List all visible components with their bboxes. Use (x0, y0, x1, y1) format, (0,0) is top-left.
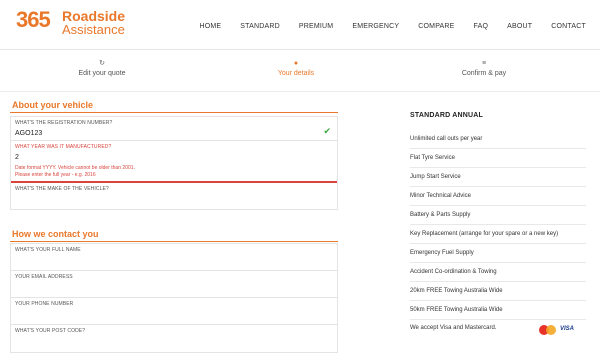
year-input[interactable]: 2 (11, 150, 337, 161)
nav-compare[interactable]: COMPARE (418, 23, 454, 30)
plan-feature: Key Replacement (arrange for your spare … (410, 225, 586, 244)
vehicle-section-rule (10, 112, 338, 113)
contact-section-rule (10, 241, 338, 242)
plan-feature: Minor Technical Advice (410, 187, 586, 206)
step-label: Your details (277, 70, 315, 77)
step-edit-quote[interactable]: ↻ Edit your quote (22, 60, 182, 77)
list-icon: ≡ (481, 60, 487, 67)
payment-text: We accept Visa and Mastercard. (410, 325, 497, 331)
visa-icon: VISA (560, 326, 575, 332)
plan-feature: Jump Start Service (410, 168, 586, 187)
plan-feature: Accident Co-ordination & Towing (410, 263, 586, 282)
plan-title: STANDARD ANNUAL (410, 112, 483, 119)
step-label: Confirm & pay (461, 70, 507, 77)
make-label: WHAT'S THE MAKE OF THE VEHICLE? (15, 186, 109, 192)
vehicle-form: WHAT'S THE REGISTRATION NUMBER? AGO123 ✔… (10, 116, 338, 210)
nav-faq[interactable]: FAQ (474, 23, 489, 30)
registration-input[interactable]: AGO123 (11, 126, 337, 137)
progress-steps: ↻ Edit your quote ● Your details ≡ Confi… (0, 60, 600, 90)
full-name-label: WHAT'S YOUR FULL NAME (15, 247, 81, 253)
year-error-message: Date format YYYY. Vehicle cannot be olde… (15, 165, 135, 171)
nav-home[interactable]: HOME (199, 23, 221, 30)
check-icon: ✔ (323, 126, 331, 136)
logo-line-2: Assistance (62, 22, 125, 37)
registration-field[interactable]: WHAT'S THE REGISTRATION NUMBER? AGO123 ✔ (11, 117, 337, 141)
make-field[interactable]: WHAT'S THE MAKE OF THE VEHICLE? (11, 183, 337, 209)
step-your-details[interactable]: ● Your details (216, 60, 376, 77)
nav-emergency[interactable]: EMERGENCY (352, 23, 399, 30)
nav-premium[interactable]: PREMIUM (299, 23, 333, 30)
contact-form: WHAT'S YOUR FULL NAME YOUR EMAIL ADDRESS… (10, 243, 338, 353)
refresh-icon: ↻ (99, 60, 105, 67)
full-name-field[interactable]: WHAT'S YOUR FULL NAME (11, 244, 337, 271)
plan-feature: Battery & Parts Supply (410, 206, 586, 225)
plan-feature: 20km FREE Towing Australia Wide (410, 282, 586, 301)
step-confirm-pay[interactable]: ≡ Confirm & pay (404, 60, 564, 77)
email-field[interactable]: YOUR EMAIL ADDRESS (11, 271, 337, 298)
phone-field[interactable]: YOUR PHONE NUMBER (11, 298, 337, 325)
payment-methods: We accept Visa and Mastercard. VISA (410, 319, 586, 339)
steps-divider (0, 91, 600, 92)
plan-feature: Unlimited call outs per year (410, 130, 586, 149)
phone-label: YOUR PHONE NUMBER (15, 301, 74, 307)
site-header: 365 Roadside Assistance HOME STANDARD PR… (0, 0, 600, 50)
contact-section-title: How we contact you (12, 229, 99, 239)
year-field[interactable]: WHAT YEAR WAS IT MANUFACTURED? 2 Date fo… (11, 141, 337, 183)
plan-feature: Flat Tyre Service (410, 149, 586, 168)
user-icon: ● (293, 60, 299, 67)
brand-logo[interactable]: 365 Roadside Assistance (16, 7, 126, 37)
nav-about[interactable]: ABOUT (507, 23, 532, 30)
logo-line-1: Roadside (62, 8, 126, 24)
step-label: Edit your quote (78, 70, 126, 77)
plan-feature: 50km FREE Towing Australia Wide (410, 301, 586, 320)
nav-contact[interactable]: CONTACT (551, 23, 586, 30)
email-label: YOUR EMAIL ADDRESS (15, 274, 73, 280)
plan-feature: Emergency Fuel Supply (410, 244, 586, 263)
plan-summary: STANDARD ANNUAL Unlimited call outs per … (410, 112, 586, 320)
nav-standard[interactable]: STANDARD (240, 23, 280, 30)
registration-label: WHAT'S THE REGISTRATION NUMBER? (15, 120, 113, 126)
year-error-hint: Please enter the full year - e.g. 2016 (15, 172, 96, 178)
logo-number: 365 (16, 7, 51, 32)
postcode-label: WHAT'S YOUR POST CODE? (15, 328, 86, 334)
main-nav: HOME STANDARD PREMIUM EMERGENCY COMPARE … (180, 23, 586, 30)
vehicle-section-title: About your vehicle (12, 100, 94, 110)
mastercard-icon (539, 325, 557, 335)
year-label: WHAT YEAR WAS IT MANUFACTURED? (15, 144, 112, 150)
postcode-field[interactable]: WHAT'S YOUR POST CODE? (11, 325, 337, 352)
